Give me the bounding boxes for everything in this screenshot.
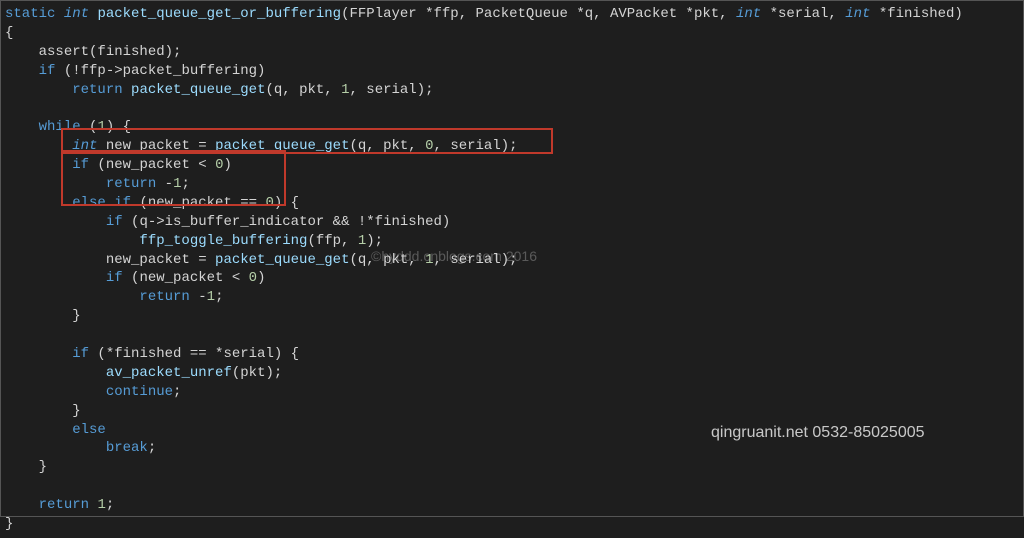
- keyword-while: while: [39, 119, 81, 135]
- keyword-break: break: [106, 440, 148, 456]
- type-int: int: [845, 6, 870, 22]
- keyword-if: if: [106, 270, 123, 286]
- keyword-else: else: [72, 195, 106, 211]
- keyword-if: if: [106, 214, 123, 230]
- type-int: int: [736, 6, 761, 22]
- brace: }: [39, 459, 47, 475]
- keyword-return: return: [139, 289, 189, 305]
- keyword-if: if: [39, 63, 56, 79]
- keyword-if: if: [114, 195, 131, 211]
- keyword-return: return: [39, 497, 89, 513]
- function-name: packet_queue_get_or_buffering: [89, 6, 341, 22]
- keyword-continue: continue: [106, 384, 173, 400]
- statement: assert(finished);: [39, 44, 182, 60]
- brace: {: [5, 25, 13, 41]
- keyword-return: return: [72, 82, 122, 98]
- type-int: int: [72, 138, 97, 154]
- brace: }: [5, 516, 13, 532]
- keyword-static: static: [5, 6, 55, 22]
- brace: }: [72, 308, 80, 324]
- type-int: int: [64, 6, 89, 22]
- keyword-if: if: [72, 157, 89, 173]
- keyword-return: return: [106, 176, 156, 192]
- keyword-else: else: [72, 422, 106, 438]
- code-block: static int packet_queue_get_or_buffering…: [1, 1, 1023, 538]
- keyword-if: if: [72, 346, 89, 362]
- brace: }: [72, 403, 80, 419]
- params: (FFPlayer *ffp, PacketQueue *q, AVPacket…: [341, 6, 736, 22]
